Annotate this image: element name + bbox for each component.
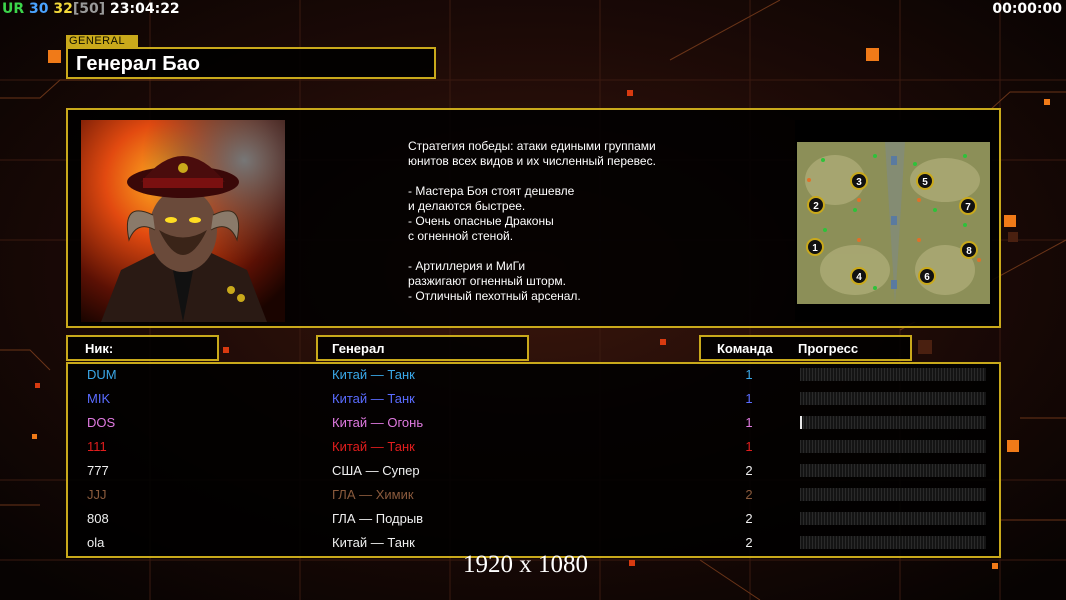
- player-nick: 777: [87, 463, 109, 478]
- hud-fps-target: 32: [53, 1, 73, 17]
- player-progress-bar: [800, 392, 986, 405]
- players-list: DUM Китай — Танк 1 MIK Китай — Танк 1 DOS Китай…: [66, 362, 1001, 558]
- player-team: 1: [745, 415, 753, 430]
- start-position-label: 5: [922, 177, 928, 188]
- general-info-panel: Стратегия победы: атаки едиными группами…: [66, 108, 1001, 328]
- description-line: Стратегия победы: атаки едиными группами: [408, 139, 656, 153]
- column-nick-label: Ник:: [85, 341, 114, 356]
- player-team: 1: [745, 367, 753, 382]
- start-position-3: 3: [850, 172, 868, 190]
- demon-general-portrait-icon: [81, 120, 285, 322]
- player-progress-bar: [800, 536, 986, 549]
- player-row[interactable]: DUM Китай — Танк 1: [68, 364, 999, 388]
- column-general: Генерал: [316, 335, 529, 361]
- start-position-label: 1: [812, 243, 818, 254]
- description-line: с огненной стеной.: [408, 229, 514, 243]
- description-line: юнитов всех видов и их численный перевес…: [408, 154, 656, 168]
- player-general: США — Супер: [332, 463, 420, 478]
- player-general: ГЛА — Химик: [332, 487, 414, 502]
- player-row[interactable]: MIK Китай — Танк 1: [68, 388, 999, 412]
- player-progress-bar: [800, 488, 986, 501]
- player-general: Китай — Танк: [332, 535, 415, 550]
- column-progress-label: Прогресс: [798, 341, 859, 356]
- player-team: 2: [745, 511, 753, 526]
- player-general: Китай — Танк: [332, 367, 415, 382]
- description-line: - Мастера Боя стоят дешевле: [408, 184, 575, 198]
- player-progress-bar: [800, 368, 986, 381]
- start-position-4: 4: [850, 267, 868, 285]
- player-progress-bar: [800, 464, 986, 477]
- player-team: 1: [745, 391, 753, 406]
- player-row[interactable]: 111 Китай — Танк 1: [68, 436, 999, 460]
- hud-timer: 00:00:00: [992, 1, 1062, 17]
- player-row[interactable]: DOS Китай — Огонь 1: [68, 412, 999, 436]
- map-preview: 1 2 3 4 5 6 7 8: [795, 120, 992, 322]
- start-position-label: 2: [813, 201, 819, 212]
- description-line: [408, 244, 708, 259]
- player-row[interactable]: 808 ГЛА — Подрыв 2: [68, 508, 999, 532]
- player-nick: ola: [87, 535, 105, 550]
- start-position-1: 1: [806, 238, 824, 256]
- column-team-label: Команда: [717, 341, 773, 356]
- start-position-2: 2: [807, 196, 825, 214]
- player-general: Китай — Танк: [332, 439, 415, 454]
- description-line: [408, 169, 708, 184]
- player-nick: DUM: [87, 367, 117, 382]
- player-progress-bar: [800, 512, 986, 525]
- player-progress-bar: [800, 416, 986, 429]
- player-team: 1: [745, 439, 753, 454]
- resolution-label: 1920 x 1080: [463, 551, 588, 578]
- description-line: - Артиллерия и МиГи: [408, 259, 526, 273]
- column-team-progress: Команда Прогресс: [699, 335, 912, 361]
- start-position-5: 5: [916, 172, 934, 190]
- start-position-label: 7: [965, 202, 971, 213]
- general-title-box: Генерал Бао: [66, 47, 436, 79]
- player-nick: JJJ: [87, 487, 107, 502]
- hud-clock: 23:04:22: [110, 1, 180, 17]
- hud-fps-cap: [50]: [72, 1, 106, 17]
- player-nick: 111: [87, 439, 107, 454]
- start-position-8: 8: [960, 241, 978, 259]
- hud-tag: UR: [2, 1, 25, 17]
- player-row[interactable]: JJJ ГЛА — Химик 2: [68, 484, 999, 508]
- column-general-label: Генерал: [332, 341, 385, 356]
- start-position-label: 8: [966, 246, 972, 257]
- description-line: разжигают огненный шторм.: [408, 274, 566, 288]
- description-line: и делаются быстрее.: [408, 199, 526, 213]
- player-nick: DOS: [87, 415, 116, 430]
- player-team: 2: [745, 487, 753, 502]
- hud-fps: 30: [29, 1, 49, 17]
- start-position-7: 7: [959, 197, 977, 215]
- player-team: 2: [745, 463, 753, 478]
- general-description: Стратегия победы: атаки едиными группами…: [408, 139, 708, 304]
- start-position-label: 4: [856, 272, 862, 283]
- player-nick: MIK: [87, 391, 111, 406]
- hud-stats: UR 30 32[50] 23:04:22: [2, 1, 180, 17]
- player-progress-fill: [800, 416, 802, 429]
- player-nick: 808: [87, 511, 109, 526]
- player-general: ГЛА — Подрыв: [332, 511, 424, 526]
- player-row[interactable]: 777 США — Супер 2: [68, 460, 999, 484]
- column-nick: Ник:: [66, 335, 219, 361]
- start-position-6: 6: [918, 267, 936, 285]
- player-general: Китай — Огонь: [332, 415, 424, 430]
- start-position-label: 6: [924, 272, 930, 283]
- player-team: 2: [745, 535, 753, 550]
- player-general: Китай — Танк: [332, 391, 415, 406]
- start-position-label: 3: [856, 177, 862, 188]
- general-name: Генерал Бао: [76, 53, 200, 75]
- description-line: - Очень опасные Драконы: [408, 214, 554, 228]
- description-line: - Отличный пехотный арсенал.: [408, 289, 581, 303]
- player-progress-bar: [800, 440, 986, 453]
